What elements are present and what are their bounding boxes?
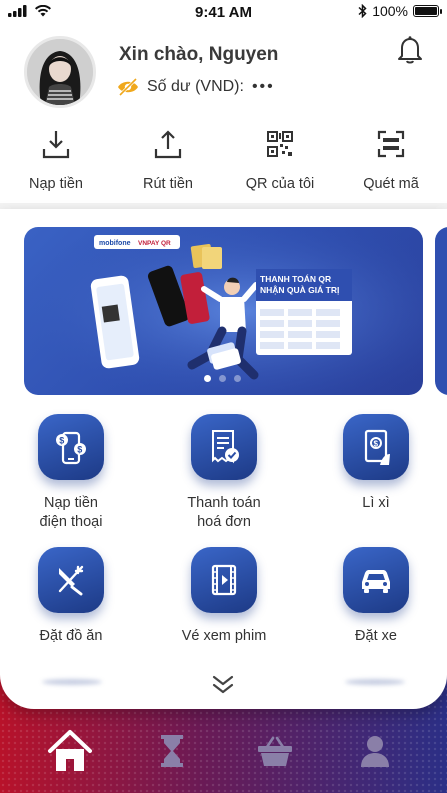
upload-icon (113, 126, 223, 162)
main-card: THANH TOÁN QR NHẬN QUÀ GIÁ TRỊ mobifone … (0, 209, 447, 709)
service-ride-booking[interactable]: Đặt xe (306, 547, 446, 646)
quick-actions: Nạp tiền Rút tiền QR của tôi Quét mã (0, 126, 447, 198)
my-qr-button[interactable]: QR của tôi (225, 126, 335, 192)
withdraw-label: Rút tiền (143, 176, 193, 192)
withdraw-button[interactable]: Rút tiền (113, 126, 223, 192)
banner-brand-2: VNPAY QR (138, 240, 171, 247)
battery-icon (413, 5, 442, 17)
banner-brand-1: mobifone (99, 240, 131, 247)
banner-headline-1: THANH TOÁN QR (260, 274, 331, 284)
service-label: Thanh toán hoá đơn (187, 495, 261, 530)
service-label: Đặt xe (355, 628, 397, 644)
carousel-dot[interactable] (204, 375, 211, 382)
next-banner-peek[interactable] (435, 227, 447, 395)
lucky-money-icon: $ (343, 414, 409, 480)
service-movie-tickets[interactable]: Vé xem phim (154, 547, 294, 646)
svg-text:$: $ (59, 436, 64, 446)
deposit-button[interactable]: Nạp tiền (1, 126, 111, 192)
balance-row: Số dư (VND): ••• (117, 78, 275, 96)
service-phone-topup[interactable]: $ $ Nạp tiền điện thoại (1, 414, 141, 532)
svg-text:$: $ (77, 445, 82, 455)
notification-bell-icon[interactable] (396, 35, 424, 65)
carousel-dot[interactable] (234, 375, 241, 382)
nav-account[interactable] (350, 728, 400, 774)
phone-topup-icon: $ $ (38, 414, 104, 480)
battery-percent: 100% (372, 3, 408, 19)
scan-button[interactable]: Quét mã (336, 126, 446, 192)
svg-text:$: $ (374, 440, 379, 449)
service-lucky-money[interactable]: $ Lì xì (306, 414, 446, 513)
nav-history[interactable] (147, 728, 197, 774)
basket-icon (258, 736, 292, 766)
download-icon (1, 126, 111, 162)
user-icon (361, 736, 389, 767)
bluetooth-icon (358, 4, 367, 18)
service-label: Đặt đồ ăn (39, 628, 103, 644)
scan-icon (336, 126, 446, 162)
greeting-text: Xin chào, Nguyen (119, 44, 279, 65)
car-icon (343, 547, 409, 613)
balance-label: Số dư (VND): (147, 78, 244, 95)
carousel-dots (204, 375, 241, 382)
balance-value-masked: ••• (251, 78, 275, 95)
next-row-hint (42, 679, 102, 685)
home-icon (48, 730, 92, 771)
banner-headline-2: NHẬN QUÀ GIÁ TRỊ (260, 284, 339, 295)
carousel-dot[interactable] (219, 375, 226, 382)
nav-shop[interactable] (250, 728, 300, 774)
expand-chevron-icon[interactable] (210, 673, 236, 695)
nav-home[interactable] (45, 728, 95, 774)
service-label: Vé xem phim (181, 628, 267, 644)
banner-illustration: THANH TOÁN QR NHẬN QUÀ GIÁ TRỊ mobifone … (24, 227, 423, 395)
service-bill-payment[interactable]: Thanh toán hoá đơn (154, 414, 294, 532)
hourglass-icon (161, 735, 183, 767)
qr-code-icon (225, 126, 335, 162)
scan-label: Quét mã (363, 176, 419, 192)
promo-banner[interactable]: THANH TOÁN QR NHẬN QUÀ GIÁ TRỊ mobifone … (24, 227, 423, 395)
film-icon (191, 547, 257, 613)
food-icon (38, 547, 104, 613)
eye-hidden-icon[interactable] (117, 78, 139, 96)
service-food-order[interactable]: Đặt đồ ăn (1, 547, 141, 646)
service-label: Nạp tiền điện thoại (39, 495, 103, 530)
bill-icon (191, 414, 257, 480)
avatar[interactable] (24, 36, 96, 108)
avatar-photo (27, 39, 93, 105)
my-qr-label: QR của tôi (245, 176, 315, 192)
deposit-label: Nạp tiền (28, 176, 83, 192)
next-row-hint (345, 679, 405, 685)
status-bar: 9:41 AM 100% (0, 0, 447, 26)
service-label: Lì xì (362, 495, 390, 511)
bottom-nav (0, 728, 447, 778)
